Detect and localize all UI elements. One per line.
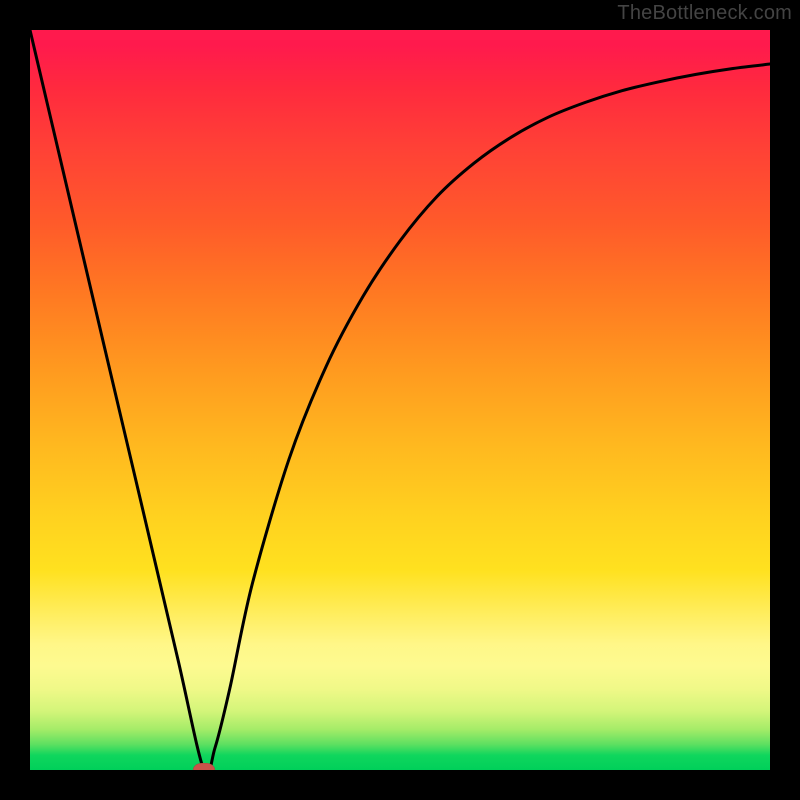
plot-area	[30, 30, 770, 770]
bottleneck-curve	[30, 30, 770, 770]
watermark-text: TheBottleneck.com	[617, 2, 792, 25]
chart-frame: TheBottleneck.com	[0, 0, 800, 800]
minimum-marker	[193, 763, 215, 770]
